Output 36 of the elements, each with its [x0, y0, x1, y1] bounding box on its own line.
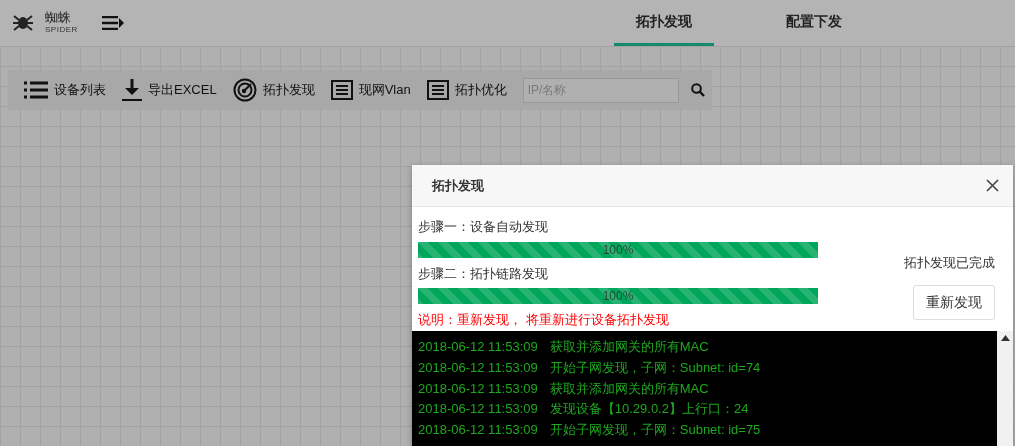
- dialog-title: 拓扑发现: [432, 176, 484, 195]
- log-time: 2018-06-12 11:53:09: [418, 359, 538, 375]
- toolbar-button[interactable]: 导出EXCEL: [114, 79, 225, 101]
- log-time: 2018-06-12 11:53:09: [418, 339, 538, 354]
- note-text: 说明：重新发现， 将重新进行设备拓扑发现: [418, 311, 670, 329]
- logo-subtitle: SPIDER: [45, 25, 78, 35]
- log-message: 开始子网发现，子网：Subnet: id=74: [549, 359, 761, 375]
- window-icon: [426, 80, 449, 100]
- toolbar-button[interactable]: 拓扑优化: [418, 80, 515, 100]
- status-text: 拓扑发现已完成: [904, 254, 995, 272]
- logo-title: 蜘蛛: [45, 11, 72, 25]
- progress-reading: 100%: [602, 241, 634, 258]
- window-icon: [330, 80, 353, 100]
- progress-reading: 100%: [602, 288, 634, 304]
- radar-icon: [232, 78, 257, 102]
- scroll-up-icon[interactable]: [1000, 335, 1010, 341]
- log-time: 2018-06-12 11:53:09: [418, 422, 538, 438]
- step-label: 步骤二：拓扑链路发现: [418, 264, 549, 283]
- toolbar-button[interactable]: 设备列表: [16, 80, 114, 100]
- log-message: 开始子网发现，子网：Subnet: id=75: [549, 422, 761, 438]
- rediscover-button[interactable]: 重新发现: [913, 284, 995, 320]
- log-time: 2018-06-12 11:53:09: [418, 401, 538, 417]
- step-label: 步骤一：设备自动发现: [418, 218, 549, 236]
- close-icon[interactable]: [986, 179, 999, 192]
- log-message: 获取并添加网关的所有MAC: [549, 380, 709, 396]
- list-icon: [24, 81, 48, 99]
- log-message: 获取并添加网关的所有MAC: [549, 339, 709, 354]
- toolbar-button[interactable]: 拓扑发现: [224, 78, 323, 102]
- toolbar-button[interactable]: 现网Vlan: [322, 80, 419, 100]
- log-time: 2018-06-12 11:53:09: [418, 380, 538, 396]
- search-icon[interactable]: [690, 83, 705, 97]
- spider-icon: [11, 12, 35, 34]
- download-icon: [122, 79, 142, 101]
- log-message: 发现设备【10.29.0.2】上行口：24: [549, 401, 749, 417]
- tab[interactable]: 配置下发: [763, 0, 864, 46]
- menu-toggle-icon[interactable]: [101, 16, 124, 30]
